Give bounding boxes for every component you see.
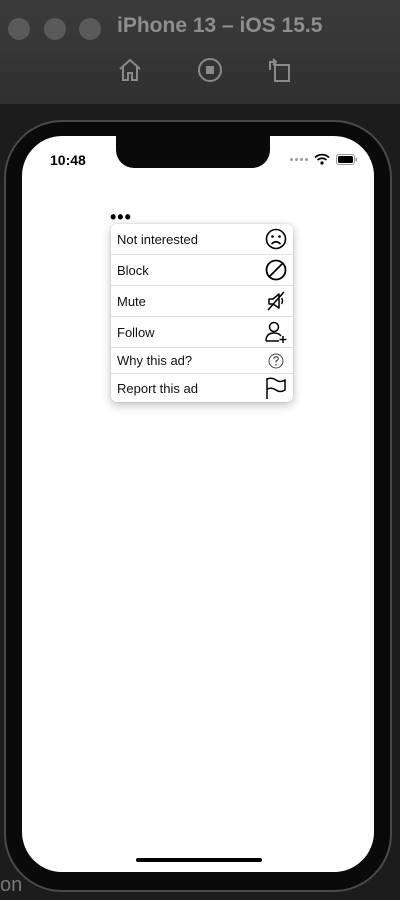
screenshot-button[interactable] <box>196 56 226 86</box>
simulator-window: iPhone 13 – iOS 15.5 on 10:48 ••• Not in… <box>0 0 400 900</box>
block-icon <box>264 258 288 282</box>
menu-item-label: Why this ad? <box>117 353 193 368</box>
zoom-window-button[interactable] <box>79 18 101 40</box>
menu-item-label: Report this ad <box>117 380 198 396</box>
menu-item-follow[interactable]: Follow <box>111 317 293 348</box>
stop-icon <box>198 58 222 82</box>
home-button[interactable] <box>116 56 146 86</box>
mute-icon <box>264 289 288 313</box>
menu-item-report-this-ad[interactable]: Report this ad <box>111 374 293 402</box>
device-screen: 10:48 ••• Not interested Block Mute Foll… <box>22 136 374 872</box>
ad-options-menu: Not interested Block Mute Follow Why thi… <box>111 224 293 402</box>
window-title: iPhone 13 – iOS 15.5 <box>117 14 323 37</box>
rotate-icon <box>269 58 290 82</box>
more-options-button[interactable]: ••• <box>110 208 132 226</box>
sad-face-icon <box>264 227 288 251</box>
home-indicator[interactable] <box>136 858 262 862</box>
home-icon <box>119 58 141 81</box>
status-indicators <box>290 152 358 166</box>
cellular-signal-icon <box>290 157 308 161</box>
follow-user-icon <box>264 320 288 344</box>
menu-item-mute[interactable]: Mute <box>111 286 293 317</box>
wifi-icon <box>314 153 330 165</box>
title-bar: iPhone 13 – iOS 15.5 <box>0 0 400 105</box>
question-icon <box>264 349 288 373</box>
menu-item-not-interested[interactable]: Not interested <box>111 224 293 255</box>
menu-item-label: Mute <box>117 293 146 309</box>
menu-item-label: Not interested <box>117 231 198 247</box>
flag-icon <box>264 376 288 400</box>
menu-item-why-this-ad[interactable]: Why this ad? <box>111 348 293 374</box>
battery-icon <box>336 153 357 165</box>
backdrop-text: on <box>0 874 23 896</box>
status-time: 10:48 <box>50 152 86 168</box>
menu-item-block[interactable]: Block <box>111 255 293 286</box>
close-window-button[interactable] <box>8 18 30 40</box>
menu-item-label: Block <box>117 262 149 278</box>
notch <box>116 136 270 168</box>
rotate-button[interactable] <box>265 56 295 86</box>
minimize-window-button[interactable] <box>44 18 66 40</box>
menu-item-label: Follow <box>117 324 155 340</box>
